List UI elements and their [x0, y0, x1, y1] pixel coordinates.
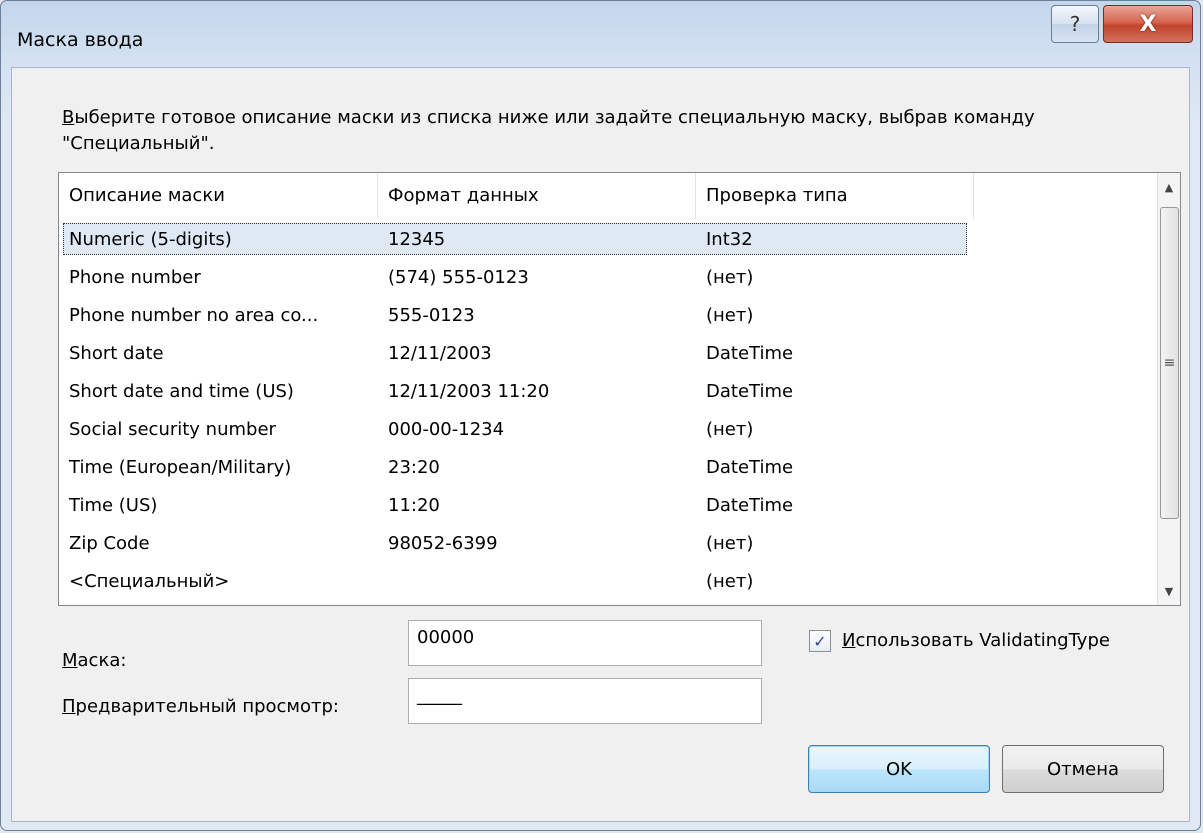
preview-label-accesskey: П: [62, 696, 76, 717]
cell-format: 000-00-1234: [388, 419, 505, 440]
validating-type-accesskey: И: [842, 630, 856, 651]
list-item[interactable]: Time (US) 11:20 DateTime: [59, 487, 1159, 525]
list-item[interactable]: Phone number (574) 555-0123 (нет): [59, 259, 1159, 297]
cell-format: 12/11/2003 11:20: [388, 381, 550, 402]
mask-label-accesskey: М: [62, 650, 78, 671]
close-button[interactable]: X: [1103, 5, 1193, 43]
list-item[interactable]: Time (European/Military) 23:20 DateTime: [59, 449, 1159, 487]
instructions-accesskey: В: [62, 107, 75, 128]
preview-label-text: редварительный просмотр:: [75, 696, 339, 717]
list-item[interactable]: <Специальный> (нет): [59, 563, 1159, 601]
cell-description: Numeric (5-digits): [69, 229, 232, 250]
cell-format: 12/11/2003: [388, 343, 492, 364]
cell-format: 12345: [388, 229, 446, 250]
cell-description: Time (US): [69, 495, 158, 516]
cell-format: 23:20: [388, 457, 440, 478]
cell-format: [378, 563, 696, 601]
list-header: Описание маски Формат данных Проверка ти…: [59, 173, 1159, 219]
cell-description: <Специальный>: [69, 571, 230, 592]
list-item[interactable]: Short date 12/11/2003 DateTime: [59, 335, 1159, 373]
mask-input[interactable]: 00000: [408, 620, 762, 666]
input-mask-dialog: Маска ввода ? X Выберите готовое описани…: [0, 0, 1201, 831]
cell-type: DateTime: [706, 381, 794, 402]
title-bar[interactable]: Маска ввода ? X: [1, 1, 1200, 63]
column-header-description[interactable]: Описание маски: [59, 173, 378, 219]
validating-type-checkbox[interactable]: ✓: [809, 630, 831, 652]
list-item[interactable]: Zip Code 98052-6399 (нет): [59, 525, 1159, 563]
instructions-body: ыберите готовое описание маски из списка…: [62, 107, 1035, 154]
cell-type: DateTime: [706, 343, 794, 364]
validating-type-text: спользовать ValidatingType: [855, 630, 1110, 651]
mask-label-text: аска:: [77, 650, 127, 671]
mask-list[interactable]: Описание маски Формат данных Проверка ти…: [58, 172, 1181, 606]
cell-type: DateTime: [706, 495, 794, 516]
checkmark-icon: ✓: [813, 631, 827, 651]
cell-description: Phone number no area co...: [69, 305, 319, 326]
column-header-type[interactable]: Проверка типа: [696, 173, 974, 219]
scroll-down-arrow-icon[interactable]: ▼: [1158, 577, 1180, 605]
cell-description: Zip Code: [69, 533, 150, 554]
cell-type: (нет): [706, 305, 754, 326]
cell-type: Int32: [706, 229, 753, 250]
cell-format: 555-0123: [388, 305, 475, 326]
mask-label: Маска:: [62, 650, 126, 671]
cell-type: (нет): [706, 571, 754, 592]
dialog-client-area: Выберите готовое описание маски из списк…: [11, 67, 1190, 822]
window-title: Маска ввода: [17, 29, 144, 51]
cell-type: (нет): [706, 419, 754, 440]
cell-description: Time (European/Military): [69, 457, 292, 478]
cell-description: Phone number: [69, 267, 201, 288]
close-icon: X: [1139, 11, 1157, 37]
cell-description: Short date: [69, 343, 164, 364]
cell-type: DateTime: [706, 457, 794, 478]
cell-format: 98052-6399: [388, 533, 498, 554]
grip-icon: ≡: [1163, 355, 1176, 371]
preview-label: Предварительный просмотр:: [62, 696, 339, 717]
cell-format: (574) 555-0123: [388, 267, 529, 288]
ok-button[interactable]: OK: [808, 745, 990, 793]
instructions-text: Выберите готовое описание маски из списк…: [62, 105, 1142, 157]
cell-type: (нет): [706, 533, 754, 554]
list-item[interactable]: Short date and time (US) 12/11/2003 11:2…: [59, 373, 1159, 411]
cell-type: (нет): [706, 267, 754, 288]
scroll-thumb[interactable]: ≡: [1160, 207, 1179, 519]
cell-format: 11:20: [388, 495, 440, 516]
help-button[interactable]: ?: [1051, 5, 1099, 43]
scroll-up-arrow-icon[interactable]: ▲: [1158, 173, 1180, 201]
cell-description: Short date and time (US): [69, 381, 294, 402]
cell-description: Social security number: [69, 419, 276, 440]
list-item[interactable]: Social security number 000-00-1234 (нет): [59, 411, 1159, 449]
column-header-format[interactable]: Формат данных: [378, 173, 696, 219]
vertical-scrollbar[interactable]: ▲ ≡ ▼: [1157, 173, 1180, 605]
help-icon: ?: [1069, 12, 1081, 36]
cancel-button[interactable]: Отмена: [1002, 745, 1164, 793]
list-item[interactable]: Numeric (5-digits) 12345 Int32: [59, 221, 1159, 259]
preview-field: _____: [408, 678, 762, 724]
list-item[interactable]: Phone number no area co... 555-0123 (нет…: [59, 297, 1159, 335]
validating-type-label[interactable]: Использовать ValidatingType: [842, 630, 1110, 651]
